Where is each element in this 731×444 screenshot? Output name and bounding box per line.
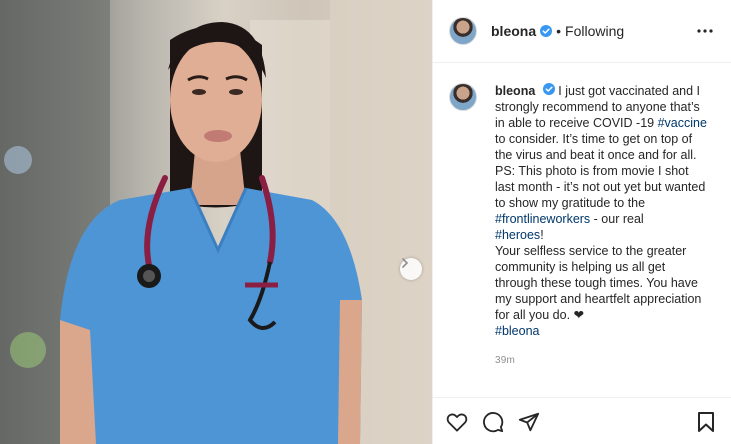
action-bar <box>433 397 731 444</box>
caption-line-2: PS: This photo is from movie I shot last… <box>495 163 707 227</box>
chevron-right-icon <box>402 258 409 268</box>
hashtag-frontlineworkers-link[interactable]: #frontlineworkers <box>495 212 590 226</box>
post-photo-illustration <box>0 0 432 444</box>
hashtag-vaccine-link[interactable]: #vaccine <box>658 116 707 130</box>
caption-text-2b: - our real <box>590 212 644 226</box>
following-button[interactable]: Following <box>565 23 624 39</box>
caption-line-5: #bleona <box>495 323 707 339</box>
verified-badge-icon <box>540 25 553 37</box>
bookmark-icon[interactable] <box>694 410 718 434</box>
post-header: bleona • Following <box>433 0 731 63</box>
caption-text-4: Your selfless service to the greater com… <box>495 244 702 322</box>
post-photo[interactable] <box>0 0 432 444</box>
caption: bleona I just got vaccinated and I stron… <box>449 83 715 339</box>
comment-icon[interactable] <box>481 410 505 434</box>
caption-text-2: PS: This photo is from movie I shot last… <box>495 164 706 210</box>
hashtag-heroes-link[interactable]: #heroes <box>495 228 540 242</box>
username-link[interactable]: bleona <box>491 23 536 39</box>
caption-text-3b: ! <box>540 228 544 242</box>
paper-plane-icon[interactable] <box>517 410 541 434</box>
heart-icon[interactable] <box>445 410 469 434</box>
post-timestamp[interactable]: 39m <box>495 355 715 366</box>
hashtag-bleona-link[interactable]: #bleona <box>495 324 540 338</box>
caption-text-1b: to consider. It’s time to get on top of … <box>495 132 697 162</box>
caption-avatar[interactable] <box>449 83 477 111</box>
caption-username-link[interactable]: bleona <box>495 84 535 98</box>
more-options-icon[interactable] <box>693 19 717 43</box>
next-photo-button[interactable] <box>400 258 422 280</box>
post-panel: bleona • Following bleona I just got vac… <box>432 0 731 444</box>
caption-line-4: Your selfless service to the greater com… <box>495 243 707 323</box>
avatar[interactable] <box>449 17 477 45</box>
caption-line-3: #heroes! <box>495 227 707 243</box>
separator-dot: • <box>556 23 562 39</box>
caption-line-1: bleona I just got vaccinated and I stron… <box>495 83 707 163</box>
caption-text: bleona I just got vaccinated and I stron… <box>495 83 707 339</box>
comments-section: bleona I just got vaccinated and I stron… <box>433 63 731 381</box>
caption-verified-badge-icon <box>542 83 555 95</box>
